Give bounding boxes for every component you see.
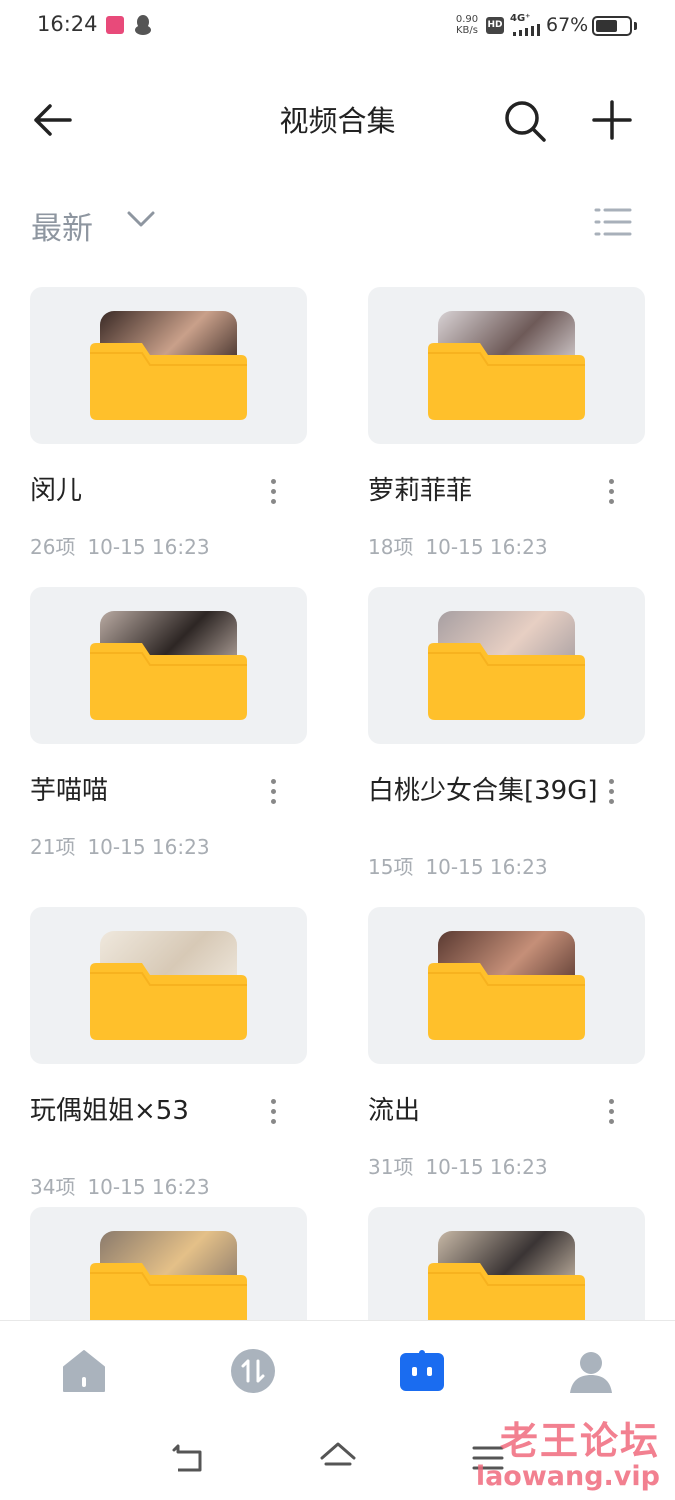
watermark: 老王论坛 laowang.vip <box>430 1410 660 1492</box>
folder-name: 闵儿 <box>30 476 83 506</box>
sort-label[interactable]: 最新 <box>31 203 93 248</box>
folder-date: 10-15 16:23 <box>87 835 210 859</box>
folder-item-count: 18项 <box>368 535 414 559</box>
folder-meta: 34项 10-15 16:23 <box>30 1171 210 1200</box>
battery-tip <box>634 22 637 30</box>
battery-percent: 67% <box>546 14 589 36</box>
folder-meta: 21项 10-15 16:23 <box>30 831 210 860</box>
folder-name: 白桃少女合集[39G] <box>368 776 598 806</box>
chevron-down-icon[interactable] <box>126 209 156 229</box>
folder-thumbnail[interactable] <box>30 907 307 1064</box>
folder-item-count: 26项 <box>30 535 76 559</box>
battery-fill <box>596 20 617 32</box>
more-options-icon[interactable] <box>602 475 620 509</box>
folder-icon <box>428 643 585 720</box>
status-bar: 16:24 0.90 KB/s HD 4G⁺ 67% <box>0 0 675 56</box>
page-title: 视频合集 <box>279 104 396 138</box>
folder-date: 10-15 16:23 <box>87 1175 210 1199</box>
signal-icon <box>513 24 540 36</box>
qq-notification-icon <box>135 15 151 35</box>
system-home-icon[interactable] <box>318 1438 358 1478</box>
folder-icon <box>90 643 247 720</box>
more-options-icon[interactable] <box>602 775 620 809</box>
folder-item-count: 15项 <box>368 855 414 879</box>
folder-icon <box>90 963 247 1040</box>
folder-thumbnail[interactable] <box>30 287 307 444</box>
watermark-url: laowang.vip <box>475 1461 660 1492</box>
folder-meta: 31项 10-15 16:23 <box>368 1151 548 1180</box>
folder-thumbnail[interactable] <box>30 587 307 744</box>
list-view-icon[interactable] <box>594 207 632 237</box>
system-back-icon[interactable] <box>168 1438 208 1478</box>
folder-item-count: 31项 <box>368 1155 414 1179</box>
battery-icon <box>592 16 632 36</box>
search-icon[interactable] <box>502 98 548 144</box>
more-options-icon[interactable] <box>264 1095 282 1129</box>
folder-item-count: 34项 <box>30 1175 76 1199</box>
network-type: 4G⁺ <box>510 13 531 24</box>
folder-date: 10-15 16:23 <box>425 1155 548 1179</box>
folder-icon <box>90 343 247 420</box>
folder-item-count: 21项 <box>30 835 76 859</box>
folder-name: 流出 <box>368 1096 421 1126</box>
status-time: 16:24 <box>37 12 98 36</box>
watermark-title: 老王论坛 <box>499 1419 660 1463</box>
folder-name: 玩偶姐姐×53 <box>30 1096 189 1126</box>
folder-thumbnail[interactable] <box>368 287 645 444</box>
hd-badge: HD <box>486 17 504 34</box>
folder-date: 10-15 16:23 <box>425 855 548 879</box>
more-options-icon[interactable] <box>264 475 282 509</box>
files-icon[interactable] <box>398 1347 446 1395</box>
folder-icon <box>428 963 585 1040</box>
network-speed: 0.90 KB/s <box>455 14 479 36</box>
profile-icon[interactable] <box>567 1347 615 1395</box>
folder-thumbnail[interactable] <box>368 907 645 1064</box>
folder-meta: 26项 10-15 16:23 <box>30 531 210 560</box>
home-icon[interactable] <box>60 1347 108 1395</box>
folder-name: 萝莉菲菲 <box>368 476 473 506</box>
more-options-icon[interactable] <box>602 1095 620 1129</box>
sort-row: 最新 <box>0 195 675 251</box>
folder-meta: 15项 10-15 16:23 <box>368 851 548 880</box>
folder-thumbnail[interactable] <box>368 587 645 744</box>
bottom-nav <box>0 1320 675 1421</box>
plus-icon[interactable] <box>590 98 634 142</box>
notification-app-icon <box>106 16 124 34</box>
transfer-icon[interactable] <box>229 1347 277 1395</box>
header: 视频合集 <box>0 80 675 160</box>
folder-date: 10-15 16:23 <box>87 535 210 559</box>
more-options-icon[interactable] <box>264 775 282 809</box>
folder-date: 10-15 16:23 <box>425 535 548 559</box>
folder-name: 芋喵喵 <box>30 776 109 806</box>
folder-icon <box>428 343 585 420</box>
folder-meta: 18项 10-15 16:23 <box>368 531 548 560</box>
